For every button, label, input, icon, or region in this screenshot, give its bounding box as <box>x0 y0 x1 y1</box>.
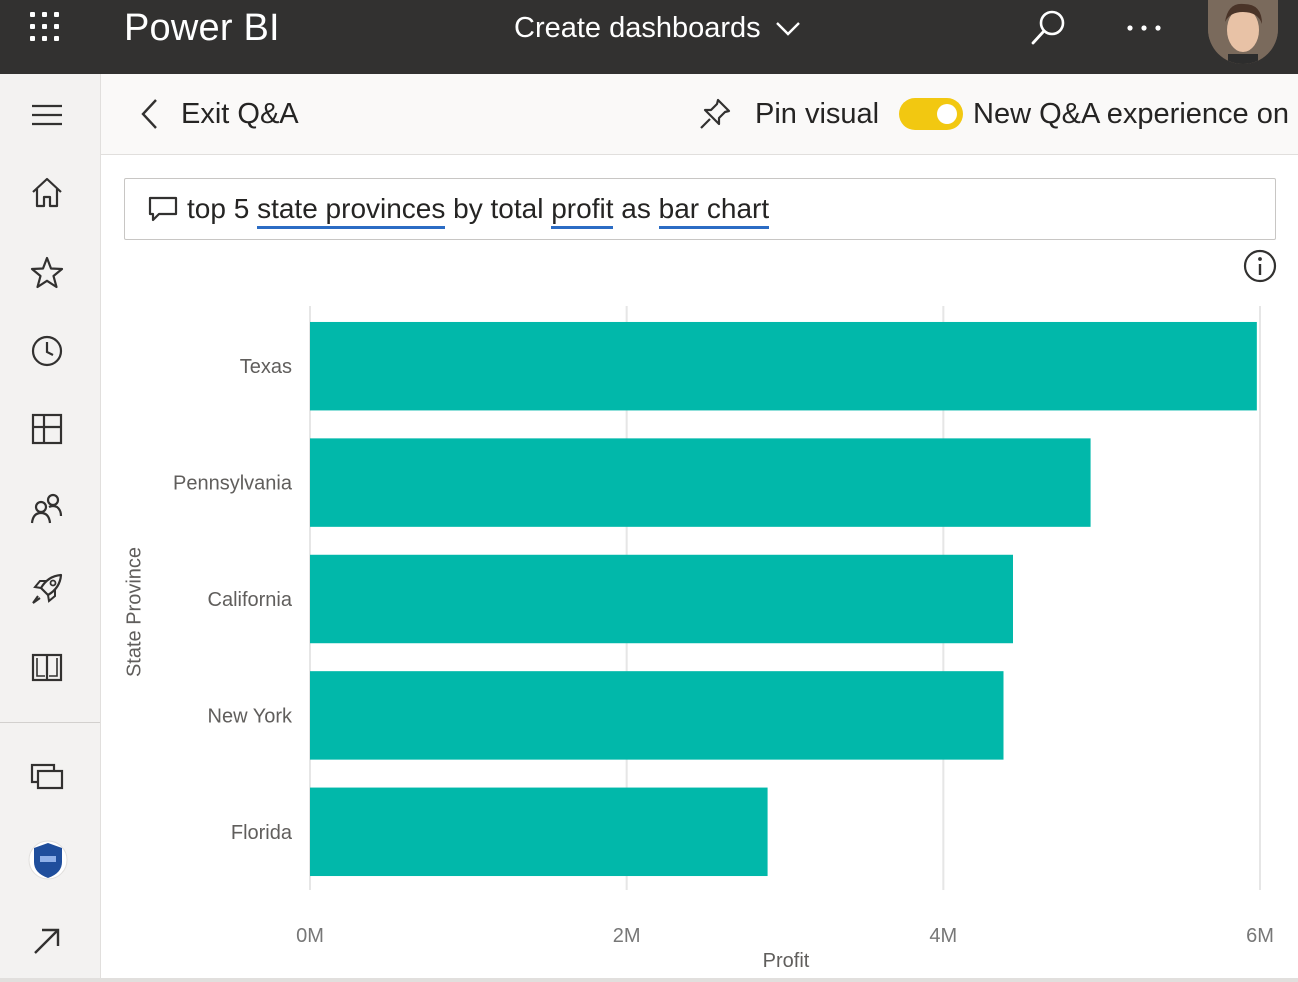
x-tick-label: 0M <box>296 925 324 947</box>
qa-recognized-term[interactable]: state provinces <box>257 193 446 229</box>
chevron-left-icon <box>141 99 157 129</box>
workspace-selector[interactable]: Create dashboards <box>514 10 801 46</box>
info-icon[interactable] <box>1242 248 1278 284</box>
apps-icon[interactable] <box>28 410 66 448</box>
hamburger-menu-icon[interactable] <box>28 96 66 134</box>
toggle-knob <box>937 104 957 124</box>
recent-clock-icon[interactable] <box>28 332 66 370</box>
app-launcher-icon[interactable] <box>28 10 64 46</box>
deployment-rocket-icon[interactable] <box>28 570 66 608</box>
bar-new-york[interactable] <box>310 671 1004 760</box>
qa-query-segment: top 5 <box>187 193 258 224</box>
y-category-label: New York <box>208 705 293 727</box>
new-qa-experience-label: New Q&A experience on <box>973 97 1289 130</box>
workspace-label: Create dashboards <box>514 11 761 44</box>
qa-query-segment: by total <box>445 193 552 224</box>
new-qa-experience-toggle-group: New Q&A experience on <box>899 92 1289 136</box>
more-options-icon[interactable] <box>1124 8 1164 48</box>
learn-book-icon[interactable] <box>28 648 66 686</box>
qa-query-segment: as <box>613 193 659 224</box>
command-bar: Exit Q&A Pin visual New Q&A experience o… <box>101 74 1298 155</box>
bar-texas[interactable] <box>310 321 1257 411</box>
y-category-label: Pennsylvania <box>173 473 293 495</box>
bar-florida[interactable] <box>310 787 768 877</box>
pin-visual-button[interactable]: Pin visual <box>697 92 879 136</box>
y-category-label: Florida <box>231 822 293 844</box>
workspaces-icon[interactable] <box>28 758 66 796</box>
x-tick-label: 6M <box>1246 925 1274 947</box>
bar-pennsylvania[interactable] <box>310 438 1091 527</box>
qa-recognized-term[interactable]: profit <box>551 193 614 229</box>
search-icon[interactable] <box>1028 8 1068 48</box>
qa-recognized-term[interactable]: bar chart <box>658 193 770 229</box>
rail-divider <box>0 722 100 723</box>
chat-bubble-icon <box>148 196 178 222</box>
top-bar: Power BI Create dashboards <box>0 0 1298 74</box>
user-avatar[interactable] <box>1208 0 1278 64</box>
home-icon[interactable] <box>28 174 66 212</box>
new-qa-experience-toggle[interactable] <box>899 98 963 130</box>
exit-qa-label: Exit Q&A <box>181 97 299 130</box>
bar-chart-visual[interactable]: 0M 2M 4M 6M Texas Pennsylvania California New Y… <box>101 290 1298 982</box>
y-category-label: California <box>208 589 293 611</box>
left-navigation-rail <box>0 74 101 982</box>
x-axis-title: Profit <box>762 950 810 972</box>
expand-arrow-icon[interactable] <box>28 922 66 960</box>
bar-chart-svg: 0M 2M 4M 6M Texas Pennsylvania California New Y… <box>173 306 1274 947</box>
favorites-star-icon[interactable] <box>28 254 66 292</box>
pin-visual-label: Pin visual <box>755 97 880 130</box>
pin-icon <box>700 98 731 129</box>
app-title[interactable]: Power BI <box>124 6 280 50</box>
qa-query-text[interactable]: top 5 state provinces by total profit as… <box>187 193 770 229</box>
workspace-badge-icon[interactable] <box>28 838 68 882</box>
bar-california[interactable] <box>310 554 1013 644</box>
x-tick-label: 2M <box>613 925 641 947</box>
qa-question-input[interactable]: top 5 state provinces by total profit as… <box>124 178 1276 240</box>
y-axis-title: State Province <box>123 546 146 678</box>
exit-qa-button[interactable]: Exit Q&A <box>139 92 299 136</box>
x-tick-label: 4M <box>929 925 957 947</box>
bottom-border <box>0 978 1298 982</box>
chevron-down-icon <box>775 22 800 36</box>
shared-with-me-icon[interactable] <box>28 490 66 528</box>
y-category-label: Texas <box>240 356 292 378</box>
